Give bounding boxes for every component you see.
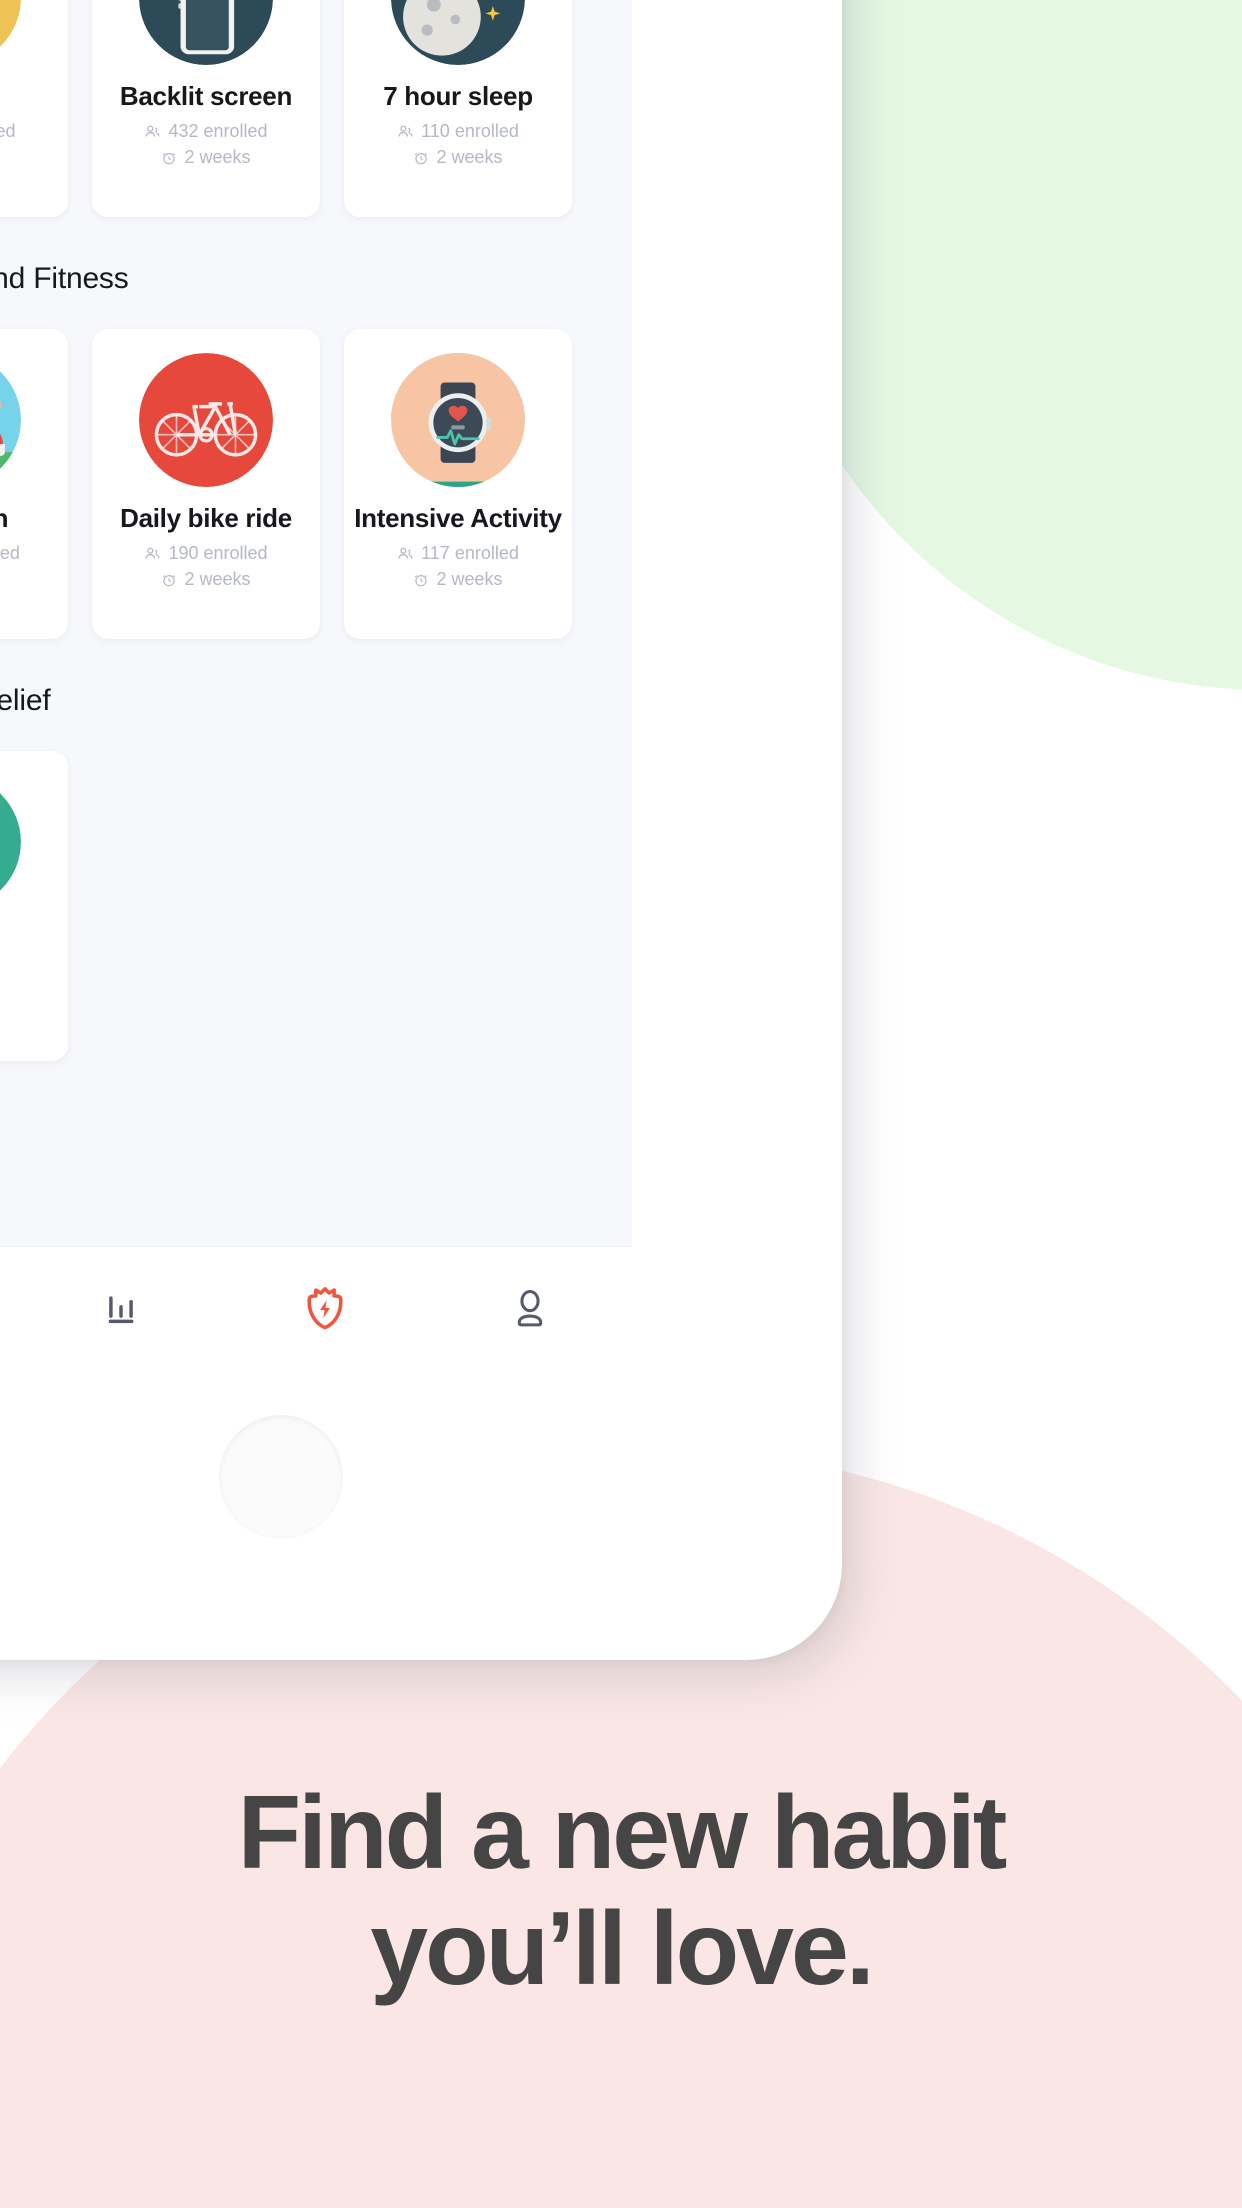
people-icon xyxy=(145,547,160,559)
section-title-row: Stress Relief xyxy=(0,673,606,729)
habit-enrolled-row: 190 enrolled xyxy=(144,543,268,564)
habit-enrolled-row: 190 enrolled xyxy=(0,121,16,142)
lotus-flower-icon xyxy=(0,0,21,65)
habits-scroll-area[interactable]: Popular Habits Recommended for you ? xyxy=(0,0,632,1341)
section-header-health-and-fitness: Health and Fitness xyxy=(0,237,632,307)
habit-enrolled-text: 117 enrolled xyxy=(421,543,519,563)
habit-card-rail-stress[interactable] xyxy=(0,729,632,1081)
habit-enrolled-text: 1211 enrolled xyxy=(0,543,20,563)
people-icon xyxy=(398,125,413,137)
alarm-clock-icon xyxy=(163,152,176,164)
habit-duration-text: 2 weeks xyxy=(436,569,503,589)
habit-duration-text: 2 weeks xyxy=(184,147,251,167)
phone-mockup: Popular Habits Recommended for you ? xyxy=(0,0,842,1660)
habit-duration-row: 2 weeks xyxy=(161,569,251,590)
habit-name: Intensive Activity xyxy=(354,503,562,533)
phone-screen: Popular Habits Recommended for you ? xyxy=(0,0,632,1368)
habit-enrolled-row: 1211 enrolled xyxy=(0,543,20,564)
section-title: Health and Fitness xyxy=(0,262,129,295)
habit-name: Backlit screen xyxy=(119,81,293,111)
habit-card[interactable]: 7 hour sleep 110 enrolled 2 weeks xyxy=(344,0,572,217)
habit-card[interactable] xyxy=(0,751,68,1061)
alarm-clock-icon xyxy=(415,152,428,164)
people-icon xyxy=(145,125,160,137)
habit-name: Daily run xyxy=(0,503,9,533)
habit-enrolled-text: 190 enrolled xyxy=(168,543,268,563)
habit-enrolled-text: 110 enrolled xyxy=(421,121,519,141)
tab-item-stats[interactable] xyxy=(19,1286,224,1330)
habit-card[interactable]: Intensive Activity 117 enrolled 2 weeks xyxy=(344,329,572,639)
alarm-clock-icon xyxy=(163,574,176,586)
habit-enrolled-row: 432 enrolled xyxy=(144,121,268,142)
section-title-row: Health and Fitness xyxy=(0,251,606,307)
habit-enrolled-text: 432 enrolled xyxy=(168,121,268,141)
habit-name: Daily bike ride xyxy=(120,503,292,533)
bar-chart-icon[interactable] xyxy=(99,1286,143,1330)
person-icon[interactable] xyxy=(507,1285,553,1331)
running-shoe-icon xyxy=(0,353,21,487)
promo-headline: Find a new habit you’ll love. xyxy=(0,1775,1242,2008)
shield-bolt-icon[interactable] xyxy=(300,1283,350,1333)
habit-duration-row: 2 weeks xyxy=(413,147,503,168)
habit-duration-text: 2 weeks xyxy=(184,569,251,589)
habit-duration-row: 2 weeks xyxy=(413,569,503,590)
promo-screenshot: Popular Habits Recommended for you ? xyxy=(0,0,1242,2208)
bicycle-icon xyxy=(139,353,273,487)
habit-duration-text: 2 weeks xyxy=(436,147,503,167)
habit-card[interactable]: Daily bike ride 190 enrolled 2 weeks xyxy=(92,329,320,639)
habit-duration-row: 2 weeks xyxy=(161,147,251,168)
people-icon xyxy=(398,547,413,559)
headline-line-1: Find a new habit xyxy=(237,1775,1008,1891)
habit-name: 7 hour sleep xyxy=(383,81,533,111)
smartphone-icon xyxy=(139,0,273,65)
habit-enrolled-row: 117 enrolled xyxy=(397,543,519,564)
habit-card-rail-popular[interactable]: Yoga 190 enrolled xyxy=(0,0,632,237)
tab-item-profile[interactable] xyxy=(428,1285,633,1331)
habit-enrolled-row: 110 enrolled xyxy=(397,121,519,142)
section-header-stress-relief: Stress Relief xyxy=(0,659,632,729)
moon-and-stars-icon xyxy=(391,0,525,65)
tab-item-challenges[interactable] xyxy=(223,1283,428,1333)
section-title: Stress Relief xyxy=(0,684,51,717)
habit-card-rail-health[interactable]: Daily run 1211 enrolled xyxy=(0,307,632,659)
habit-card[interactable]: Daily run 1211 enrolled xyxy=(0,329,68,639)
headline-line-2: you’ll love. xyxy=(370,1891,874,2008)
habit-card[interactable]: Yoga 190 enrolled xyxy=(0,0,68,217)
tab-item-favorites[interactable] xyxy=(0,1285,19,1331)
home-button[interactable] xyxy=(219,1415,343,1539)
alarm-clock-icon xyxy=(415,574,428,586)
habit-enrolled-text: 190 enrolled xyxy=(0,121,16,141)
bottom-tab-bar[interactable] xyxy=(0,1246,632,1368)
head-with-gears-icon xyxy=(0,775,21,909)
smartwatch-heartrate-icon xyxy=(391,353,525,487)
habit-card[interactable]: Backlit screen 432 enrolled 2 weeks xyxy=(92,0,320,217)
